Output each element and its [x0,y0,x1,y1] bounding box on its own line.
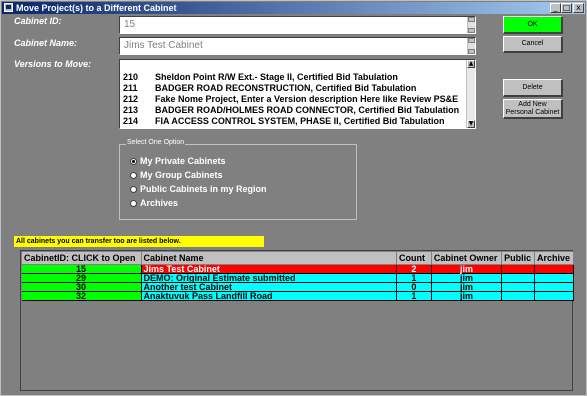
cabinet-id-field[interactable]: 15 [119,16,476,34]
versions-label: Versions to Move: [14,59,92,69]
col-header-cabinet-name[interactable]: Cabinet Name [140,251,397,265]
add-new-personal-cabinet-button[interactable]: Add New Personal Cabinet [503,99,563,119]
close-button[interactable]: x [573,3,584,13]
scroll-down-icon[interactable]: ▼ [467,120,475,128]
table-header-row: CabinetID: CLICK to Open Cabinet Name Co… [21,251,575,265]
cabinet-id-label: Cabinet ID: [14,16,62,26]
cancel-button[interactable]: Cancel [503,36,563,53]
archive-cell [534,273,575,283]
public-cell [501,264,535,274]
cabinet-name-value: Jims Test Cabinet [124,40,203,51]
cabinet-name-field[interactable]: Jims Test Cabinet [119,37,476,55]
option-label: My Group Cabinets [140,170,223,180]
col-header-public[interactable]: Public [501,251,535,265]
option-label: Public Cabinets in my Region [140,184,267,194]
version-number: 214 [123,116,139,126]
radio-icon[interactable] [130,171,137,179]
radio-icon[interactable] [130,185,137,193]
archive-cell [534,264,575,274]
archive-cell [534,291,575,301]
count-cell: 1 [396,291,432,301]
scroll-up-icon[interactable] [468,17,475,22]
window-title: Move Project(s) to a Different Cabinet [16,3,177,13]
table-row[interactable]: 32 Anaktuvuk Pass Landfill Road 1 jim [21,291,575,301]
scroll-up-icon[interactable] [468,38,475,43]
version-number: 213 [123,105,139,115]
versions-list[interactable]: 210 Sheldon Point R/W Ext.- Stage II, Cer… [119,59,476,129]
col-header-archive[interactable]: Archive [533,251,575,265]
scroll-down-icon[interactable] [468,49,475,54]
archive-cell [534,282,575,292]
version-number: 211 [123,83,138,93]
radio-icon[interactable] [130,199,137,207]
version-description: Sheldon Point R/W Ext.- Stage II, Certif… [155,72,398,82]
cabinet-name-scrollbar[interactable] [467,38,475,54]
version-row[interactable]: 213 BADGER ROAD/HOLMES ROAD CONNECTOR, Ce… [123,105,465,116]
table-row[interactable]: 30 Another test Cabinet 0 jim [21,282,575,292]
version-row[interactable]: 210 Sheldon Point R/W Ext.- Stage II, Cer… [123,72,465,83]
cabinet-name-label: Cabinet Name: [14,38,78,48]
option-label: Archives [140,198,179,208]
version-number: 210 [123,72,139,82]
option-archives[interactable]: Archives [130,198,178,208]
col-header-cabinet-owner[interactable]: Cabinet Owner [430,251,503,265]
option-my-group-cabinets[interactable]: My Group Cabinets [130,170,223,180]
version-description: FIA ACCESS CONTROL SYSTEM, PHASE II, Cer… [155,116,445,126]
col-header-count[interactable]: Count [395,251,432,265]
version-description: BADGER ROAD/HOLMES ROAD CONNECTOR, Certi… [155,105,460,115]
table-row[interactable]: 29 DEMO: Original Estimate submitted 1 j… [21,273,575,283]
version-description: BADGER ROAD RECONSTRUCTION, Certified Bi… [155,83,417,93]
delete-button[interactable]: Delete [503,79,563,97]
public-cell [501,291,535,301]
scroll-up-icon[interactable]: ▲ [467,60,475,68]
ok-button[interactable]: OK [503,16,563,34]
move-project-window: Move Project(s) to a Different Cabinet _… [0,0,587,396]
option-group-legend: Select One Option [126,139,186,146]
version-row[interactable]: 212 Fake Nome Project, Enter a Version de… [123,94,465,105]
col-header-cabinet-id[interactable]: CabinetID: CLICK to Open [21,251,142,265]
owner-cell: jim [431,291,503,301]
radio-selected-icon[interactable] [130,157,137,165]
maximize-button[interactable]: □ [561,3,572,13]
scroll-down-icon[interactable] [468,28,475,33]
app-icon [4,3,13,12]
table-row[interactable]: 15 Jims Test Cabinet 2 jim [21,264,575,274]
option-public-cabinets-region[interactable]: Public Cabinets in my Region [130,184,267,194]
cabinets-table: CabinetID: CLICK to Open Cabinet Name Co… [20,250,575,391]
cabinet-id-cell[interactable]: 32 [21,291,142,301]
cabinet-id-scrollbar[interactable] [467,17,475,33]
title-bar: Move Project(s) to a Different Cabinet _… [2,2,585,14]
select-option-group: Select One Option My Private Cabinets My… [119,139,357,220]
versions-scrollbar[interactable]: ▲ ▼ [466,60,475,128]
public-cell [501,273,535,283]
cabinet-name-cell: Anaktuvuk Pass Landfill Road [141,291,397,301]
version-number: 212 [123,94,139,104]
option-my-private-cabinets[interactable]: My Private Cabinets [130,156,226,166]
transfer-notice: All cabinets you can transfer too are li… [14,236,264,247]
public-cell [501,282,535,292]
version-row[interactable]: 214 FIA ACCESS CONTROL SYSTEM, PHASE II, … [123,116,465,127]
version-description: Fake Nome Project, Enter a Version descr… [155,94,459,104]
version-row[interactable]: 211 BADGER ROAD RECONSTRUCTION, Certified… [123,83,465,94]
cabinet-id-value: 15 [124,19,136,30]
option-label: My Private Cabinets [140,156,226,166]
minimize-button[interactable]: _ [550,3,561,13]
